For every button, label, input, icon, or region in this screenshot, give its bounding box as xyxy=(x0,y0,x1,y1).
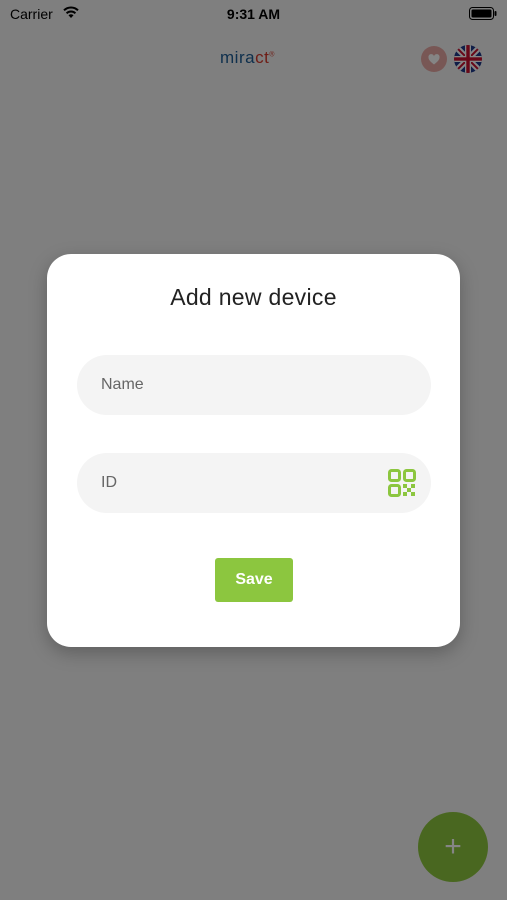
add-device-dialog: Add new device Save xyxy=(47,254,460,647)
qr-code-icon[interactable] xyxy=(388,469,416,497)
id-input[interactable] xyxy=(101,453,371,513)
dialog-title: Add new device xyxy=(170,284,337,310)
app-screen: Carrier 9:31 AM miract® + Add new device… xyxy=(0,0,507,900)
save-button[interactable]: Save xyxy=(215,558,293,602)
name-input[interactable] xyxy=(101,355,371,415)
id-field xyxy=(77,453,431,513)
name-field xyxy=(77,355,431,415)
